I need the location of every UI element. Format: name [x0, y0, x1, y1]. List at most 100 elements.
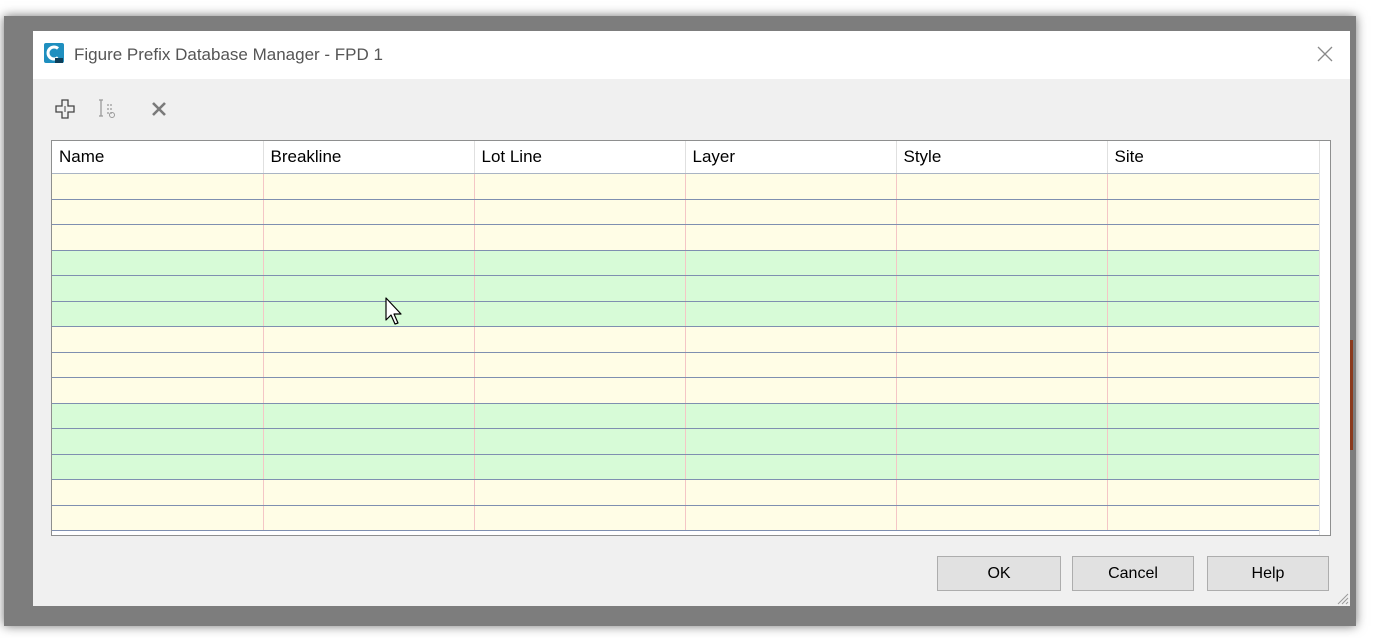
- cancel-button[interactable]: Cancel: [1072, 556, 1194, 591]
- column-header-name[interactable]: Name: [52, 141, 264, 174]
- table-cell[interactable]: [1107, 250, 1320, 276]
- table-cell[interactable]: [263, 428, 475, 455]
- table-cell[interactable]: [1107, 352, 1320, 378]
- table-cell[interactable]: [263, 275, 475, 302]
- table-cell[interactable]: [474, 301, 686, 327]
- table-cell[interactable]: [1107, 479, 1320, 506]
- table-row[interactable]: [52, 454, 1320, 480]
- table-row[interactable]: [52, 173, 1320, 200]
- table-cell[interactable]: [263, 352, 475, 378]
- table-cell[interactable]: [896, 275, 1108, 302]
- table-row[interactable]: [52, 224, 1320, 251]
- table-cell[interactable]: [685, 275, 897, 302]
- table-cell[interactable]: [474, 479, 686, 506]
- table-cell[interactable]: [263, 505, 475, 531]
- title-bar[interactable]: Figure Prefix Database Manager - FPD 1: [33, 31, 1350, 79]
- table-row[interactable]: [52, 428, 1320, 455]
- table-cell[interactable]: [52, 352, 264, 378]
- table-cell[interactable]: [52, 428, 264, 455]
- table-cell[interactable]: [1107, 377, 1320, 404]
- help-button[interactable]: Help: [1207, 556, 1329, 591]
- table-cell[interactable]: [685, 326, 897, 353]
- table-cell[interactable]: [52, 454, 264, 480]
- table-cell[interactable]: [52, 275, 264, 302]
- table-cell[interactable]: [896, 326, 1108, 353]
- table-row[interactable]: [52, 403, 1320, 429]
- table-cell[interactable]: [1107, 428, 1320, 455]
- table-cell[interactable]: [685, 224, 897, 251]
- table-row[interactable]: [52, 250, 1320, 276]
- table-cell[interactable]: [52, 199, 264, 225]
- table-cell[interactable]: [474, 403, 686, 429]
- resize-grip-icon[interactable]: [1335, 591, 1349, 605]
- table-cell[interactable]: [685, 403, 897, 429]
- table-row[interactable]: [52, 199, 1320, 225]
- table-cell[interactable]: [263, 403, 475, 429]
- table-cell[interactable]: [52, 403, 264, 429]
- table-cell[interactable]: [52, 224, 264, 251]
- column-header-style[interactable]: Style: [896, 141, 1108, 174]
- table-cell[interactable]: [474, 377, 686, 404]
- table-cell[interactable]: [263, 454, 475, 480]
- table-cell[interactable]: [263, 301, 475, 327]
- table-cell[interactable]: [474, 454, 686, 480]
- table-row[interactable]: [52, 352, 1320, 378]
- table-cell[interactable]: [896, 224, 1108, 251]
- table-cell[interactable]: [1107, 301, 1320, 327]
- delete-icon[interactable]: [147, 97, 171, 121]
- table-cell[interactable]: [1107, 224, 1320, 251]
- table-cell[interactable]: [52, 250, 264, 276]
- table-cell[interactable]: [685, 505, 897, 531]
- table-cell[interactable]: [896, 250, 1108, 276]
- table-cell[interactable]: [1107, 275, 1320, 302]
- table-row[interactable]: [52, 479, 1320, 506]
- table-cell[interactable]: [263, 173, 475, 200]
- table-row[interactable]: [52, 275, 1320, 302]
- table-cell[interactable]: [474, 250, 686, 276]
- table-cell[interactable]: [263, 250, 475, 276]
- add-icon[interactable]: [53, 97, 77, 121]
- table-cell[interactable]: [474, 275, 686, 302]
- table-cell[interactable]: [52, 505, 264, 531]
- column-header-breakline[interactable]: Breakline: [263, 141, 475, 174]
- table-cell[interactable]: [1107, 454, 1320, 480]
- table-cell[interactable]: [263, 199, 475, 225]
- table-cell[interactable]: [52, 301, 264, 327]
- table-cell[interactable]: [474, 428, 686, 455]
- column-header-layer[interactable]: Layer: [685, 141, 897, 174]
- table-cell[interactable]: [896, 377, 1108, 404]
- table-row[interactable]: [52, 377, 1320, 404]
- copy-icon[interactable]: [95, 97, 119, 121]
- table-cell[interactable]: [896, 428, 1108, 455]
- table-cell[interactable]: [685, 352, 897, 378]
- table-cell[interactable]: [474, 224, 686, 251]
- table-cell[interactable]: [1107, 403, 1320, 429]
- column-header-lot-line[interactable]: Lot Line: [474, 141, 686, 174]
- table-cell[interactable]: [474, 173, 686, 200]
- table-cell[interactable]: [1107, 173, 1320, 200]
- table-cell[interactable]: [896, 479, 1108, 506]
- table-cell[interactable]: [1107, 199, 1320, 225]
- ok-button[interactable]: OK: [937, 556, 1061, 591]
- table-cell[interactable]: [896, 199, 1108, 225]
- close-icon[interactable]: [1314, 43, 1336, 65]
- figure-prefix-table[interactable]: Name Breakline Lot Line Layer Style Site: [51, 140, 1331, 536]
- table-cell[interactable]: [474, 505, 686, 531]
- table-row[interactable]: [52, 301, 1320, 327]
- table-cell[interactable]: [896, 505, 1108, 531]
- table-cell[interactable]: [1107, 326, 1320, 353]
- table-cell[interactable]: [263, 224, 475, 251]
- column-header-site[interactable]: Site: [1107, 141, 1320, 174]
- table-cell[interactable]: [52, 173, 264, 200]
- table-cell[interactable]: [52, 377, 264, 404]
- table-cell[interactable]: [685, 173, 897, 200]
- table-cell[interactable]: [685, 454, 897, 480]
- table-cell[interactable]: [896, 403, 1108, 429]
- table-cell[interactable]: [263, 377, 475, 404]
- table-row[interactable]: [52, 505, 1320, 531]
- table-cell[interactable]: [263, 479, 475, 506]
- table-cell[interactable]: [685, 428, 897, 455]
- table-cell[interactable]: [52, 479, 264, 506]
- table-cell[interactable]: [263, 326, 475, 353]
- table-cell[interactable]: [474, 352, 686, 378]
